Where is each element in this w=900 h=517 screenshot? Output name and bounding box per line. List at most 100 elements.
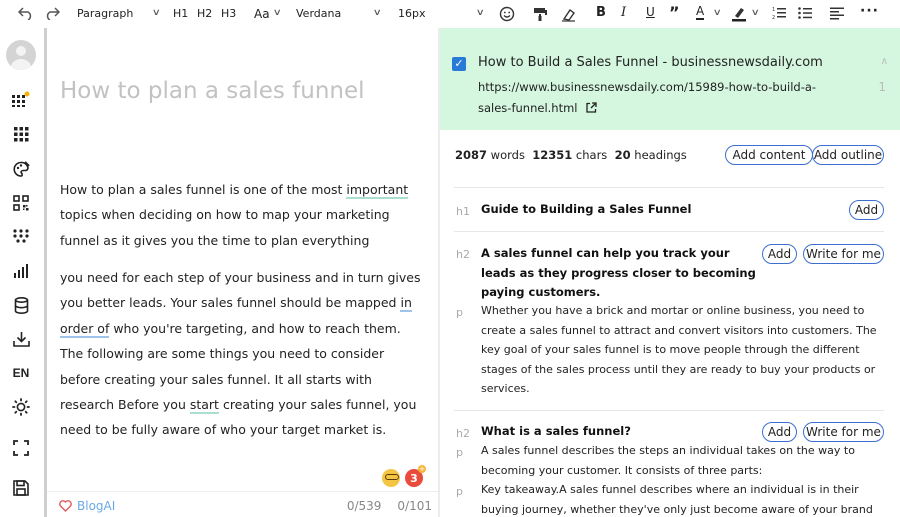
app-root: Paragraph ∨ H1 H2 H3 Aa ∨ Verdana ∨ 16px…	[0, 0, 900, 517]
clear-format-icon[interactable]	[561, 6, 577, 22]
chevron-down-icon[interactable]: ∨	[273, 8, 282, 18]
redo-icon[interactable]	[44, 6, 60, 20]
emoji-icon[interactable]	[499, 6, 515, 22]
paragraph-style-select[interactable]: Paragraph	[77, 7, 133, 20]
outline-paragraph: Key takeaway.A sales funnel describes wh…	[481, 483, 873, 516]
svg-text:1: 1	[772, 7, 775, 13]
add-button[interactable]: Add	[762, 244, 797, 264]
editor-footer: BlogAI 0/539 0/101	[47, 491, 438, 517]
divider	[454, 231, 884, 232]
source-url-text[interactable]: https://www.businessnewsdaily.com/15989-…	[478, 80, 816, 115]
write-for-me-button[interactable]: Write for me	[803, 422, 884, 442]
heart-icon	[59, 500, 72, 512]
outline-heading: A sales funnel can help you track your l…	[481, 246, 756, 299]
divider	[454, 187, 884, 188]
char-count-value: 12351	[532, 148, 573, 162]
save-icon[interactable]	[8, 478, 34, 498]
outline-tag: p	[456, 485, 463, 498]
grammar-suggestion[interactable]: important	[346, 182, 409, 199]
source-card[interactable]: ✓ How to Build a Sales Funnel - business…	[440, 28, 900, 130]
heading-3-button[interactable]: H3	[221, 7, 236, 20]
database-icon[interactable]	[8, 295, 34, 315]
language-icon[interactable]: EN	[8, 363, 34, 383]
source-stats: 2087 words 12351 chars 20 headings	[455, 148, 687, 162]
outline-paragraph: A sales funnel describes the steps an in…	[481, 444, 855, 477]
brand-link[interactable]: BlogAI	[59, 499, 115, 513]
add-content-button[interactable]: Add content	[725, 145, 813, 165]
add-outline-button[interactable]: Add outline	[812, 145, 884, 165]
editor-paragraph[interactable]: How to plan a sales funnel is one of the…	[60, 177, 425, 253]
ordered-list-icon[interactable]: 12	[772, 6, 786, 20]
outline-tag: h1	[456, 205, 470, 218]
document-title-input[interactable]: How to plan a sales funnel	[60, 78, 365, 104]
fullscreen-icon[interactable]	[8, 438, 34, 458]
heading-count: 0/101	[397, 499, 432, 513]
word-count-value: 2087	[455, 148, 488, 162]
undo-icon[interactable]	[18, 6, 34, 20]
word-count: 0/539	[346, 499, 382, 513]
editor-toolbar: Paragraph ∨ H1 H2 H3 Aa ∨ Verdana ∨ 16px…	[0, 0, 900, 28]
download-icon[interactable]	[8, 329, 34, 349]
outline-tag: p	[456, 306, 463, 319]
quote-icon[interactable]: ”	[669, 3, 680, 22]
add-button[interactable]: Add	[849, 200, 884, 220]
paragraph-text: topics when deciding on how to map your …	[60, 207, 390, 248]
apps-icon[interactable]	[8, 89, 34, 109]
svg-text:2: 2	[772, 15, 775, 20]
outline-heading: What is a sales funnel?	[481, 424, 631, 438]
editor-paragraph[interactable]: you need for each step of your business …	[60, 265, 425, 443]
highlight-icon[interactable]	[731, 5, 747, 22]
text-color-icon[interactable]: A	[696, 5, 705, 20]
chevron-down-icon[interactable]: ∨	[713, 8, 722, 18]
outline-tag: h2	[456, 427, 470, 440]
underline-icon[interactable]: U	[646, 5, 655, 19]
brand-name: BlogAI	[77, 499, 116, 513]
source-index: 1	[878, 80, 886, 94]
palette-icon[interactable]	[8, 159, 34, 179]
chevron-down-icon[interactable]: ∨	[751, 8, 760, 18]
paragraph-text: you need for each step of your business …	[60, 270, 421, 311]
source-title[interactable]: How to Build a Sales Funnel - businessne…	[478, 55, 823, 70]
chevron-up-icon[interactable]: ∧	[881, 56, 888, 67]
bold-icon[interactable]: B	[596, 5, 606, 20]
grammar-suggestion[interactable]: start	[189, 397, 219, 415]
avatar[interactable]	[6, 40, 36, 70]
assistant-emoji-icon[interactable]	[382, 469, 400, 487]
outline-paragraph: Whether you have a brick and mortar or o…	[481, 304, 877, 395]
chevron-down-icon[interactable]: ∨	[476, 8, 485, 18]
add-button[interactable]: Add	[762, 422, 797, 442]
source-checkbox[interactable]: ✓	[452, 57, 466, 71]
font-size-select[interactable]: 16px	[398, 7, 426, 20]
heading-2-button[interactable]: H2	[197, 7, 212, 20]
left-sidebar: EN	[0, 28, 47, 517]
blocks-icon[interactable]	[8, 193, 34, 213]
heading-count-label: headings	[634, 148, 687, 162]
align-left-icon[interactable]	[830, 6, 844, 20]
chevron-down-icon[interactable]: ∨	[373, 8, 382, 18]
more-options-icon[interactable]: ···	[860, 3, 879, 19]
outline-tag: h2	[456, 248, 470, 261]
editor-counts: 0/539 0/101	[347, 499, 432, 513]
font-case-button[interactable]: Aa	[254, 7, 270, 21]
plus-icon: +	[418, 465, 426, 473]
font-family-select[interactable]: Verdana	[296, 7, 341, 20]
paragraph-text: How to plan a sales funnel is one of the…	[60, 182, 347, 197]
source-panel: ✓ How to Build a Sales Funnel - business…	[440, 28, 900, 517]
format-painter-icon[interactable]	[532, 6, 548, 22]
bullet-list-icon[interactable]	[798, 6, 812, 20]
dots-grid-icon[interactable]	[8, 226, 34, 246]
editor-pane[interactable]: How to plan a sales funnel How to plan a…	[47, 28, 438, 517]
divider	[454, 410, 884, 411]
sun-icon[interactable]	[8, 397, 34, 417]
heading-1-button[interactable]: H1	[173, 7, 188, 20]
bar-chart-icon[interactable]	[8, 261, 34, 281]
chevron-down-icon[interactable]: ∨	[152, 8, 161, 18]
external-link-icon[interactable]	[586, 102, 597, 113]
grid-icon[interactable]	[8, 124, 34, 144]
source-url[interactable]: https://www.businessnewsdaily.com/15989-…	[478, 77, 848, 119]
char-count-label: chars	[575, 148, 608, 162]
italic-icon[interactable]: I	[621, 5, 626, 20]
outline-tag: p	[456, 446, 463, 459]
outline-heading: Guide to Building a Sales Funnel	[481, 202, 692, 216]
write-for-me-button[interactable]: Write for me	[803, 244, 884, 264]
